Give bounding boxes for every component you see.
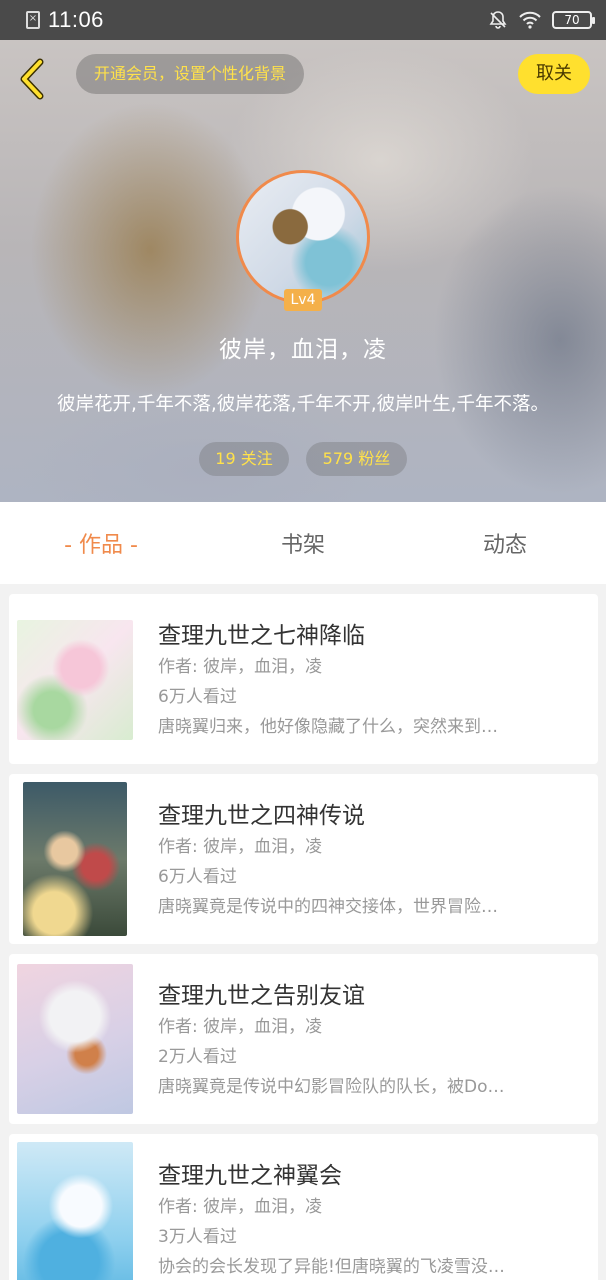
- tab-works[interactable]: - 作品 -: [0, 527, 202, 559]
- profile-header: 开通会员，设置个性化背景 取关 Lv4 彼岸，血泪，凌 彼岸花开,千年不落,彼岸…: [0, 40, 606, 502]
- status-bar: × 11:06 70: [0, 0, 606, 40]
- book-author: 作者: 彼岸，血泪，凌: [158, 1017, 323, 1037]
- followers-count[interactable]: 579 粉丝: [306, 442, 407, 476]
- book-title: 查理九世之告别友谊: [158, 983, 365, 1009]
- back-button[interactable]: [16, 58, 48, 100]
- following-count[interactable]: 19 关注: [199, 442, 289, 476]
- list-item[interactable]: 查理九世之七神降临 作者: 彼岸，血泪，凌 6万人看过 唐晓翼归来，他好像隐藏了…: [9, 594, 598, 764]
- book-description: 协会的会长发现了异能!但唐晓翼的飞凌雪没…: [158, 1257, 505, 1277]
- book-description: 唐晓翼竟是传说中幻影冒险队的队长，被Do…: [158, 1077, 505, 1097]
- book-title: 查理九世之七神降临: [158, 623, 365, 649]
- status-icons: 70: [488, 10, 595, 30]
- battery-icon: 70: [552, 11, 595, 29]
- book-description: 唐晓翼归来，他好像隐藏了什么，突然来到…: [158, 717, 498, 737]
- no-sim-icon: ×: [26, 11, 40, 29]
- book-cover-image: [17, 964, 133, 1114]
- book-title: 查理九世之四神传说: [158, 803, 365, 829]
- profile-tabs: - 作品 - 书架 动态: [0, 502, 606, 584]
- list-item[interactable]: 查理九世之告别友谊 作者: 彼岸，血泪，凌 2万人看过 唐晓翼竟是传说中幻影冒险…: [9, 954, 598, 1124]
- list-item[interactable]: 查理九世之四神传说 作者: 彼岸，血泪，凌 6万人看过 唐晓翼竟是传说中的四神交…: [9, 774, 598, 944]
- list-item[interactable]: 查理九世之神翼会 作者: 彼岸，血泪，凌 3万人看过 协会的会长发现了异能!但唐…: [9, 1134, 598, 1280]
- book-views: 2万人看过: [158, 1047, 237, 1067]
- mute-bell-icon: [489, 11, 507, 29]
- book-author: 作者: 彼岸，血泪，凌: [158, 1197, 323, 1217]
- works-list: 查理九世之七神降临 作者: 彼岸，血泪，凌 6万人看过 唐晓翼归来，他好像隐藏了…: [9, 594, 598, 1280]
- book-author: 作者: 彼岸，血泪，凌: [158, 837, 323, 857]
- tab-activity[interactable]: 动态: [404, 527, 606, 559]
- tab-bookshelf[interactable]: 书架: [202, 527, 404, 559]
- book-cover-image: [17, 1142, 133, 1280]
- level-badge: Lv4: [284, 289, 322, 311]
- book-cover-image: [23, 782, 127, 936]
- book-views: 6万人看过: [158, 687, 237, 707]
- book-author: 作者: 彼岸，血泪，凌: [158, 657, 323, 677]
- book-cover-image: [17, 620, 133, 740]
- book-views: 6万人看过: [158, 867, 237, 887]
- user-bio: 彼岸花开,千年不落,彼岸花落,千年不开,彼岸叶生,千年不落。: [57, 394, 549, 415]
- avatar[interactable]: [236, 170, 370, 304]
- book-views: 3万人看过: [158, 1227, 237, 1247]
- chevron-left-icon: [20, 58, 44, 100]
- unfollow-button[interactable]: 取关: [518, 54, 590, 94]
- username: 彼岸，血泪，凌: [219, 337, 387, 363]
- wifi-icon: [519, 11, 541, 29]
- book-title: 查理九世之神翼会: [158, 1163, 342, 1189]
- status-time: 11:06: [48, 7, 104, 32]
- book-description: 唐晓翼竟是传说中的四神交接体，世界冒险…: [158, 897, 498, 917]
- vip-background-banner[interactable]: 开通会员，设置个性化背景: [76, 54, 305, 94]
